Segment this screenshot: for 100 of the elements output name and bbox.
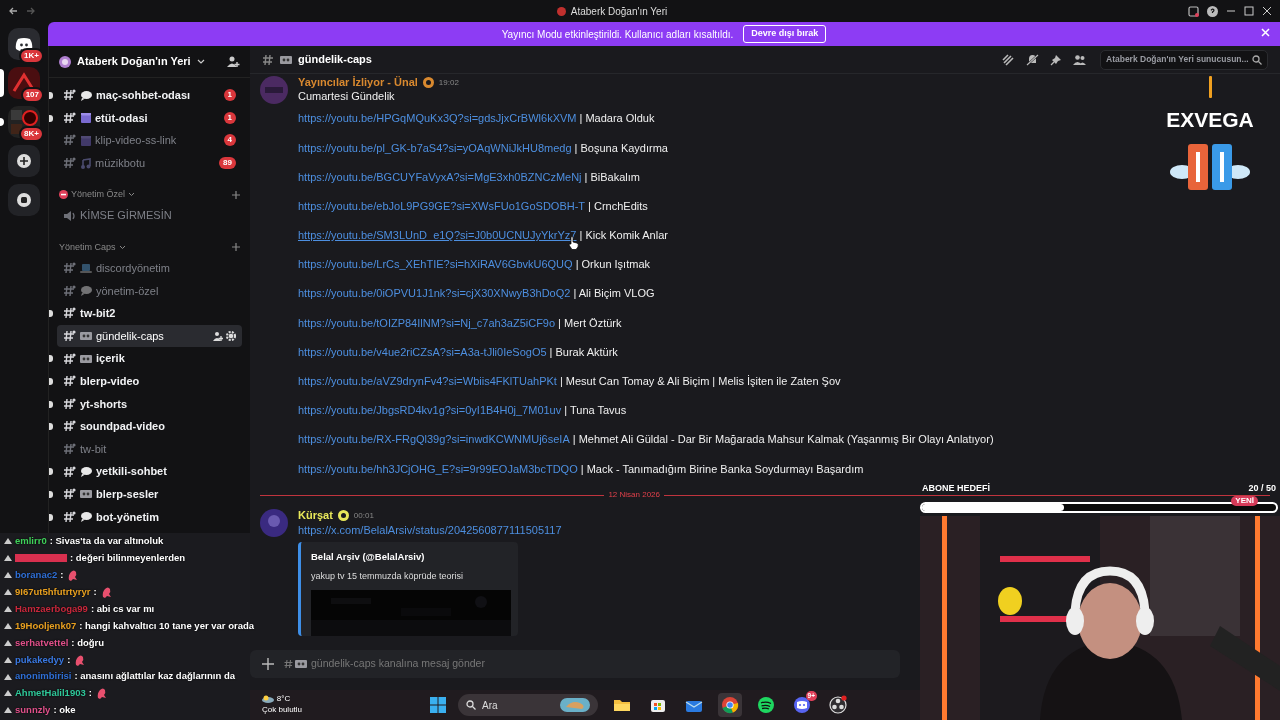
link[interactable]: https://youtu.be/RX-FRgQl39g?si=inwdKCWNMUj6seIA [298, 431, 570, 448]
plus-icon[interactable] [232, 243, 240, 252]
chat-username[interactable]: emlirr0 [15, 534, 47, 549]
channel-item[interactable]: discordyönetim [57, 256, 242, 280]
link[interactable]: https://youtu.be/JbgsRD4kv1g?si=0yI1B4H0j_7M01uv [298, 402, 562, 419]
link[interactable]: https://youtu.be/LrCs_XEhTIE?si=hXiRAV6GbvkU6QUQ [298, 256, 573, 273]
taskbar-search[interactable]: Ara [458, 694, 598, 716]
members-icon[interactable] [1073, 53, 1086, 66]
chat-message: : [60, 568, 64, 583]
link[interactable]: https://youtu.be/ebJoL9PG9GE?si=XWsFUo1GoSDOBH-T [298, 197, 586, 215]
server-icon-button[interactable]: 107 [8, 67, 40, 99]
chat-message: : abi cs var mı [90, 601, 155, 616]
chat-username[interactable]: Hamzaerboga99 [15, 601, 88, 617]
channel-item[interactable]: maç-sohbet-odası 1 [57, 84, 242, 107]
banner-text: Yayıncı Modu etkinleştirildi. Kullanıcı adları kısaltıldı. [501, 27, 734, 42]
link[interactable]: https://youtu.be/HPGqMQuKx3Q?si=gdsJjxCrBWl6kXVM [298, 110, 577, 127]
channel-item[interactable]: klip-video-ss-link 4 [57, 129, 242, 152]
link-title: | CrnchEdits [588, 198, 648, 214]
chat-username[interactable]: anonimbirisi [15, 669, 72, 684]
plus-icon[interactable] [232, 190, 240, 199]
server-icon-button[interactable]: 8K+ [8, 106, 40, 138]
unread-indicator [49, 114, 53, 122]
selected-indicator [0, 69, 4, 97]
channel-title: gündelik-caps [298, 52, 372, 68]
discover-button[interactable] [8, 184, 40, 216]
chat-username[interactable]: AhmetHalil1903 [15, 686, 86, 701]
chat-username[interactable]: pukakedyy [15, 652, 65, 667]
link[interactable]: https://youtu.be/tOIZP84IlNM?si=Nj_c7ah3aZ5iCF9o [298, 314, 556, 332]
taskbar-app[interactable] [826, 693, 850, 717]
link[interactable]: https://youtu.be/hh3JCjOHG_E?si=9r99EOJaM3bcTDQO [298, 460, 578, 478]
laptop-icon [80, 262, 92, 274]
compass-icon [17, 193, 31, 207]
author-name[interactable]: Kürşat [298, 509, 333, 523]
search-field[interactable]: Ataberk Doğan'ın Yeri sunucusun... [1100, 49, 1268, 70]
channel-name: KİMSE GİRMESİN [80, 208, 172, 224]
channel-item[interactable]: gündelik-caps [57, 324, 242, 348]
chevron-down-icon[interactable] [196, 58, 205, 65]
unread-indicator [49, 400, 53, 408]
pin-icon[interactable] [1050, 53, 1062, 66]
chat-username[interactable]: sunnzly [15, 703, 51, 718]
link[interactable]: https://youtu.be/BGCUYFaVyxA?si=MgE3xh0BZNCzMeNj [298, 168, 582, 186]
link[interactable]: https://youtu.be/v4ue2riCZsA?si=A3a-tJli0IeSogO5 [298, 343, 547, 361]
help-icon[interactable] [1207, 5, 1218, 17]
channel-item[interactable]: blerp-video [57, 369, 242, 393]
channel-item[interactable]: yetkili-sohbet [57, 460, 242, 483]
channel-item[interactable]: yt-shorts [57, 392, 242, 416]
speech-balloon-icon [80, 89, 92, 101]
taskbar-app[interactable] [718, 693, 742, 717]
link[interactable]: https://x.com/BelalArsiv/status/2042560877111505117 [298, 522, 562, 539]
plus-icon[interactable] [262, 658, 274, 670]
chevron-down-icon[interactable] [118, 244, 126, 250]
disable-button[interactable]: Devre dışı bırak [743, 25, 827, 43]
link[interactable]: https://youtu.be/aVZ9drynFv4?si=Wbiis4FKlTUahPKt [298, 373, 557, 390]
category-header[interactable]: Yönetim Caps [59, 240, 116, 255]
channel-item[interactable]: soundpad-video [57, 415, 242, 438]
invite-people-icon[interactable] [213, 331, 224, 342]
settings-icon[interactable] [226, 331, 236, 342]
mute-bell-icon[interactable] [1026, 53, 1039, 66]
mention-badge: 89 [219, 157, 236, 170]
hash-icon [63, 89, 76, 102]
inbox-icon[interactable] [1188, 5, 1199, 17]
new-tag: YENİ [1231, 495, 1258, 506]
link-title: | Orkun Işıtmak [575, 257, 650, 273]
maximize-icon[interactable] [1244, 6, 1254, 16]
link[interactable]: https://youtu.be/SM3LUnD_e1Q?si=J0b0UCNUJyYkrYz7 [298, 227, 577, 244]
unread-indicator [49, 92, 53, 99]
message-input[interactable]: gündelik-caps kanalına mesaj gönder [250, 650, 900, 678]
cassette-icon [280, 54, 292, 65]
server-name[interactable]: Ataberk Doğan'ın Yeri [77, 53, 191, 70]
embed-author[interactable]: Belal Arşiv (@BelalArsiv) [311, 549, 508, 565]
hash-icon [63, 262, 76, 275]
chevron-down-icon[interactable] [128, 192, 136, 198]
author-name[interactable]: Yayıncılar İzliyor - Ünal [298, 76, 418, 89]
link[interactable]: https://youtu.be/0iOPVU1J1nk?si=cjX30XNwyB3hDoQ2 [298, 285, 571, 302]
music-note-icon [80, 157, 91, 169]
map-icon [560, 698, 590, 712]
forward-arrow-icon[interactable] [26, 6, 36, 16]
channel-item[interactable]: blerp-sesler [57, 482, 242, 506]
channel-item[interactable]: tw-bit2 [57, 302, 242, 325]
channel-item[interactable]: KİMSE GİRMESİN [57, 204, 242, 227]
channel-item[interactable]: içerik [57, 347, 242, 370]
link-title: | Mert Öztürk [558, 315, 622, 331]
chat-username[interactable]: 9I67ut5hfutrtyryr [15, 585, 91, 600]
link[interactable]: https://youtu.be/pl_GK-b7aS4?si=yOAqWNiJkHU8medg [298, 139, 572, 157]
link-title: | Kick Komik Anlar [579, 228, 668, 244]
chat-username[interactable]: serhatvettel [15, 635, 69, 650]
chat-username[interactable]: boranac2 [15, 568, 58, 583]
add-server-button[interactable] [8, 145, 40, 177]
channel-item[interactable]: tw-bit [57, 437, 242, 461]
channel-item[interactable]: müzikbotu 89 [57, 151, 242, 175]
start-icon[interactable] [430, 697, 446, 713]
chat-username[interactable]: 19Hooljenk07 [15, 618, 77, 633]
channel-item[interactable]: bot-yönetim [57, 505, 242, 529]
close-icon[interactable] [1262, 6, 1272, 16]
category-header[interactable]: Yönetim Özel [71, 188, 126, 202]
threads-icon[interactable] [1002, 53, 1015, 66]
back-arrow-icon[interactable] [8, 6, 18, 16]
channel-item[interactable]: yönetim-özel [57, 279, 242, 303]
channel-item[interactable]: etüt-odasi 1 [57, 106, 242, 130]
invite-people-icon[interactable] [227, 55, 240, 68]
